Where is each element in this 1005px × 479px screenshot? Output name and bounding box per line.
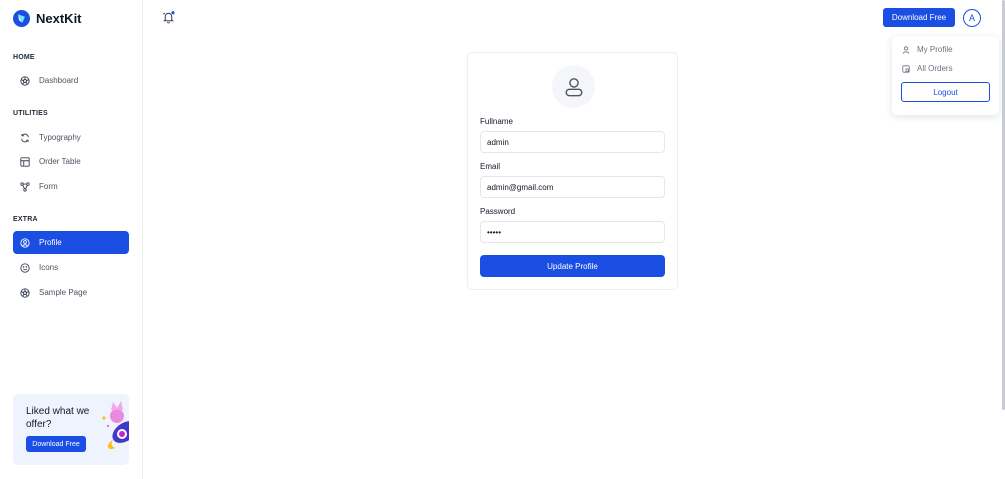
- download-free-button[interactable]: Download Free: [883, 8, 955, 27]
- brand-name: NextKit: [36, 11, 82, 26]
- email-field[interactable]: [480, 176, 665, 198]
- sidebar-item-label: Profile: [39, 238, 62, 247]
- promo-text: Liked what we offer?: [26, 406, 90, 430]
- user-menu-dropdown: My Profile All Orders Logout: [892, 36, 999, 115]
- bell-icon[interactable]: [162, 11, 175, 24]
- menu-item-my-profile[interactable]: My Profile: [902, 45, 953, 54]
- avatar[interactable]: A: [963, 9, 981, 27]
- sidebar-item-icons[interactable]: Icons: [13, 256, 129, 279]
- user-circle-icon: [20, 237, 30, 248]
- refresh-icon: [21, 133, 29, 142]
- promo-download-button[interactable]: Download Free: [26, 436, 86, 452]
- promo-card: Liked what we offer? Download Free: [13, 394, 129, 465]
- orders-icon: [902, 64, 910, 73]
- menu-item-label: All Orders: [917, 64, 953, 73]
- password-label: Password: [480, 207, 516, 216]
- table-icon: [20, 156, 30, 167]
- nextkit-logo-icon: [13, 10, 30, 27]
- fullname-field[interactable]: [480, 131, 665, 153]
- profile-card: Fullname Email Password Update Profile: [467, 52, 678, 290]
- sidebar-item-form[interactable]: Form: [13, 175, 129, 198]
- sidebar-item-label: Form: [39, 182, 58, 191]
- rocket-illustration-icon: [102, 401, 129, 450]
- sidebar-item-label: Icons: [39, 263, 59, 272]
- sidebar-item-order-table[interactable]: Order Table: [13, 150, 129, 173]
- smiley-icon: [20, 262, 30, 273]
- user-icon: [902, 45, 910, 54]
- sidebar-item-sample-page[interactable]: Sample Page: [13, 281, 129, 304]
- sidebar-item-label: Sample Page: [39, 288, 88, 297]
- sidebar-item-dashboard[interactable]: Dashboard: [13, 69, 129, 92]
- fullname-label: Fullname: [480, 117, 513, 126]
- network-icon: [20, 181, 30, 192]
- logout-button[interactable]: Logout: [901, 82, 990, 102]
- section-label-extra: EXTRA: [13, 216, 38, 223]
- section-label-utilities: UTILITIES: [13, 110, 48, 117]
- sidebar-item-typography[interactable]: Typography: [13, 126, 129, 149]
- brand[interactable]: NextKit: [13, 10, 82, 27]
- password-field[interactable]: [480, 221, 665, 243]
- sidebar: NextKit HOME Dashboard UTILITIES Typogra…: [0, 0, 143, 479]
- aperture-icon: [20, 75, 30, 86]
- section-label-home: HOME: [13, 54, 35, 61]
- menu-item-all-orders[interactable]: All Orders: [902, 64, 953, 73]
- sidebar-item-label: Typography: [39, 133, 81, 142]
- aperture-icon: [20, 287, 30, 298]
- update-profile-button[interactable]: Update Profile: [480, 255, 665, 277]
- sidebar-item-label: Dashboard: [39, 76, 79, 85]
- menu-item-label: My Profile: [917, 45, 953, 54]
- user-icon: [565, 77, 582, 96]
- sidebar-item-label: Order Table: [39, 157, 81, 166]
- email-label: Email: [480, 162, 501, 171]
- profile-avatar: [552, 65, 595, 108]
- sidebar-item-profile[interactable]: Profile: [13, 231, 129, 254]
